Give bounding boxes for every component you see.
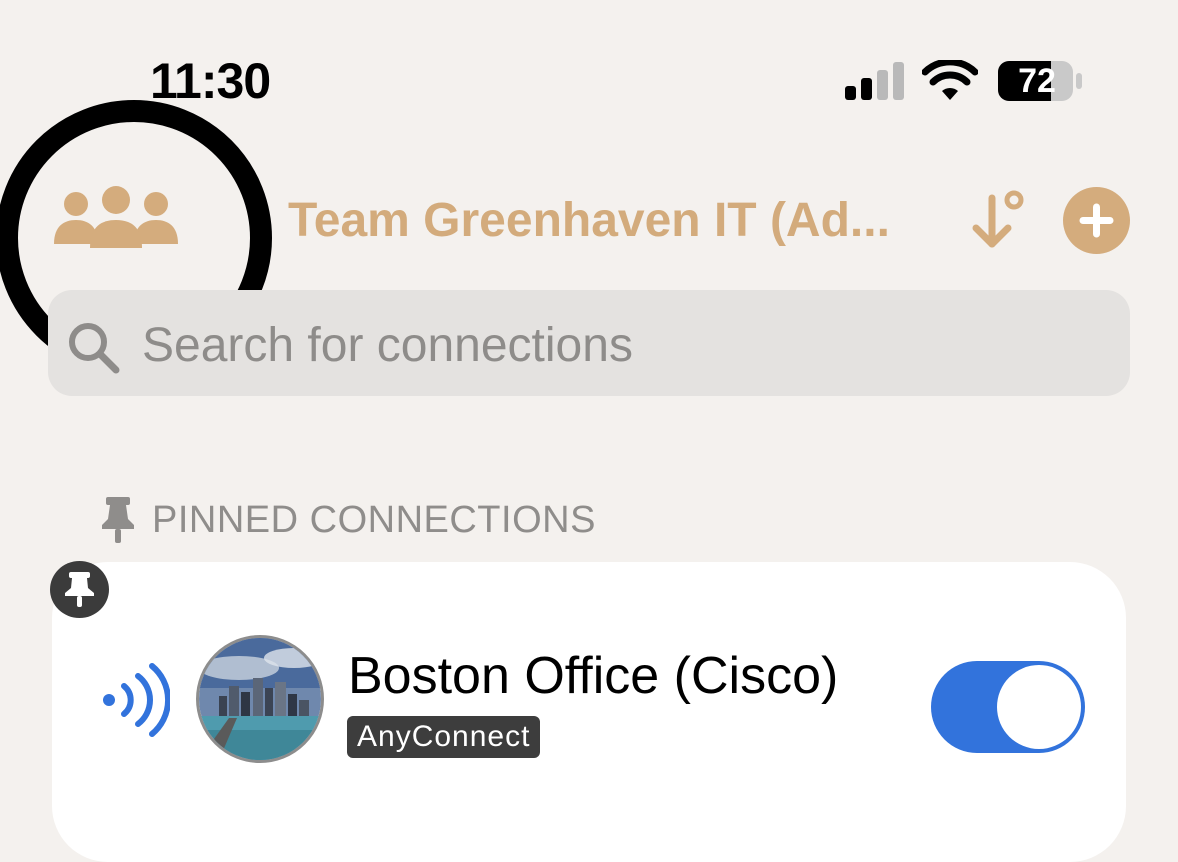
wifi-icon xyxy=(922,60,978,100)
sort-button[interactable] xyxy=(968,188,1028,252)
search-input[interactable] xyxy=(142,314,1042,376)
battery-level: 72 xyxy=(1018,62,1056,100)
pin-icon xyxy=(102,497,134,543)
battery-icon: 72 xyxy=(997,60,1083,102)
pin-icon xyxy=(65,572,94,607)
team-title[interactable]: Team Greenhaven IT (Ad... xyxy=(288,193,918,248)
section-title-pinned: PINNED CONNECTIONS xyxy=(152,499,596,541)
broadcast-waves-icon xyxy=(103,663,170,737)
plus-icon xyxy=(1079,203,1114,238)
cellular-signal-icon xyxy=(845,62,904,100)
add-connection-button[interactable] xyxy=(1063,187,1130,254)
protocol-badge: AnyConnect xyxy=(347,716,541,758)
connection-avatar xyxy=(196,635,324,763)
search-icon xyxy=(69,323,120,374)
status-time: 11:30 xyxy=(150,53,271,109)
pinned-badge xyxy=(50,561,109,618)
city-skyline-image xyxy=(199,638,321,760)
team-switcher-button[interactable] xyxy=(52,182,180,254)
connection-name: Boston Office (Cisco) xyxy=(348,647,839,705)
toggle-knob xyxy=(997,665,1081,749)
connection-toggle[interactable] xyxy=(931,661,1085,753)
